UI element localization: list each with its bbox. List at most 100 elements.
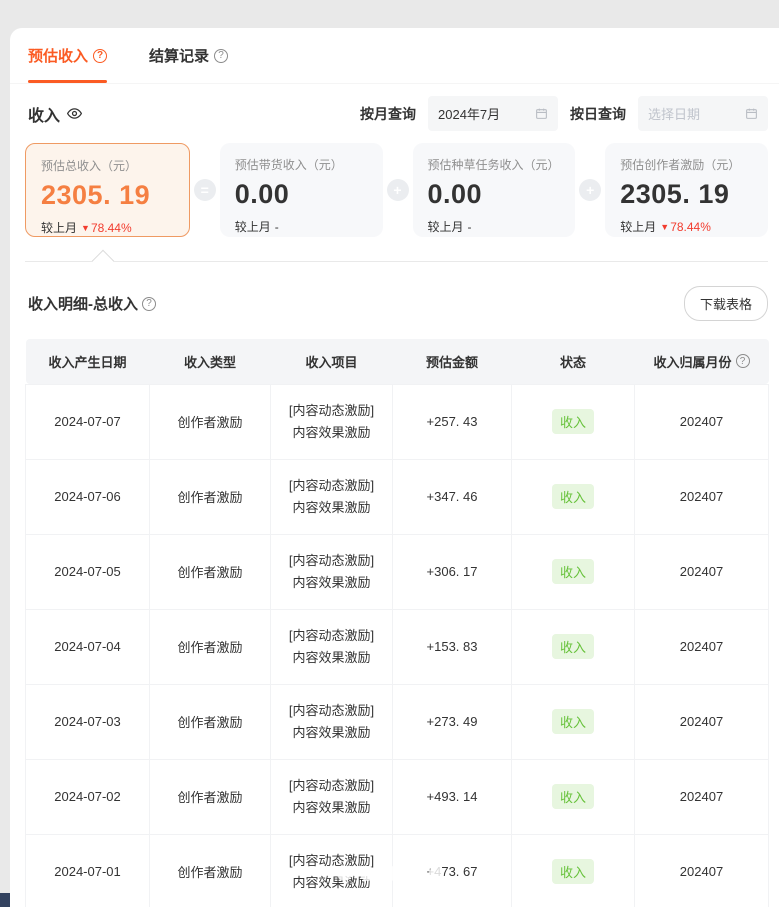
cell-amount: +273. 49 (393, 684, 512, 759)
card-value: 2305. 19 (620, 179, 753, 210)
col-header-amount: 预估金额 (393, 339, 512, 384)
calendar-icon (745, 107, 758, 120)
cell-type: 创作者激励 (150, 834, 271, 907)
plus-icon: + (579, 179, 601, 201)
detail-section-title: 收入明细-总收入 (25, 293, 156, 314)
cell-status: 收入 (512, 384, 635, 459)
cell-project: [内容动态激励] 内容效果激励 (271, 609, 393, 684)
table-row[interactable]: 2024-07-03 创作者激励 [内容动态激励] 内容效果激励 +273. 4… (26, 684, 769, 759)
help-icon[interactable] (93, 49, 107, 63)
cell-type: 创作者激励 (150, 384, 271, 459)
cell-date: 2024-07-07 (26, 384, 150, 459)
cell-project: [内容动态激励] 内容效果激励 (271, 534, 393, 609)
card-compare: 较上月 ▼78.44% (41, 219, 174, 236)
cell-month: 202407 (635, 459, 769, 534)
cell-status: 收入 (512, 759, 635, 834)
tab-estimated-income[interactable]: 预估收入 (28, 28, 107, 83)
background-edge-artifact (0, 893, 10, 907)
card-label: 预估总收入（元） (41, 157, 174, 174)
col-header-date: 收入产生日期 (26, 339, 150, 384)
help-icon[interactable] (736, 354, 750, 368)
cell-project: [内容动态激励] 内容效果激励 (271, 759, 393, 834)
cell-amount: +347. 46 (393, 459, 512, 534)
cell-amount: +493. 14 (393, 759, 512, 834)
cell-month: 202407 (635, 384, 769, 459)
col-header-type: 收入类型 (150, 339, 271, 384)
card-compare: 较上月 ▼78.44% (620, 218, 753, 235)
card-compare: 较上月 - (235, 218, 368, 235)
cell-date: 2024-07-04 (26, 609, 150, 684)
card-value: 2305. 19 (41, 180, 174, 211)
calendar-icon (535, 107, 548, 120)
plus-icon: + (387, 179, 409, 201)
col-header-month: 收入归属月份 (635, 339, 769, 384)
status-badge: 收入 (552, 559, 594, 584)
down-arrow-icon: ▼ (660, 222, 669, 232)
status-badge: 收入 (552, 409, 594, 434)
table-row[interactable]: 2024-07-05 创作者激励 [内容动态激励] 内容效果激励 +306. 1… (26, 534, 769, 609)
cell-status: 收入 (512, 684, 635, 759)
table-row[interactable]: 2024-07-06 创作者激励 [内容动态激励] 内容效果激励 +347. 4… (26, 459, 769, 534)
cell-amount: +306. 17 (393, 534, 512, 609)
summary-cards: 预估总收入（元） 2305. 19 较上月 ▼78.44% = 预估带货收入（元… (25, 143, 768, 237)
tab-estimated-income-label: 预估收入 (28, 45, 88, 66)
card-goods-income[interactable]: 预估带货收入（元） 0.00 较上月 - (220, 143, 383, 237)
card-label: 预估带货收入（元） (235, 156, 368, 173)
card-value: 0.00 (235, 179, 368, 210)
eye-icon[interactable] (66, 105, 83, 122)
cell-amount: +257. 43 (393, 384, 512, 459)
tab-settlement-records[interactable]: 结算记录 (149, 28, 228, 83)
cell-status: 收入 (512, 834, 635, 907)
status-badge: 收入 (552, 859, 594, 884)
cell-type: 创作者激励 (150, 684, 271, 759)
month-picker[interactable]: 2024年7月 (428, 96, 558, 131)
help-icon[interactable] (142, 297, 156, 311)
tab-settlement-records-label: 结算记录 (149, 45, 209, 66)
cell-date: 2024-07-03 (26, 684, 150, 759)
col-header-status: 状态 (512, 339, 635, 384)
status-badge: 收入 (552, 709, 594, 734)
day-picker-placeholder: 选择日期 (648, 104, 700, 123)
download-table-button[interactable]: 下载表格 (684, 286, 768, 321)
cell-status: 收入 (512, 459, 635, 534)
cell-type: 创作者激励 (150, 759, 271, 834)
cell-month: 202407 (635, 759, 769, 834)
card-creator-incentive[interactable]: 预估创作者激励（元） 2305. 19 较上月 ▼78.44% (605, 143, 768, 237)
cell-project: [内容动态激励] 内容效果激励 (271, 459, 393, 534)
cell-date: 2024-07-05 (26, 534, 150, 609)
card-total-income[interactable]: 预估总收入（元） 2305. 19 较上月 ▼78.44% (25, 143, 190, 237)
query-group: 按月查询 2024年7月 按日查询 选择日期 (360, 96, 768, 131)
cell-month: 202407 (635, 684, 769, 759)
status-badge: 收入 (552, 784, 594, 809)
help-icon[interactable] (214, 49, 228, 63)
cell-month: 202407 (635, 609, 769, 684)
equals-icon: = (194, 179, 216, 201)
cell-status: 收入 (512, 609, 635, 684)
income-panel: 预估收入 结算记录 收入 按月查询 2024年7月 (10, 28, 779, 907)
card-task-income[interactable]: 预估种草任务收入（元） 0.00 较上月 - (413, 143, 576, 237)
cell-type: 创作者激励 (150, 534, 271, 609)
operator-separator: + (575, 143, 605, 237)
cell-type: 创作者激励 (150, 459, 271, 534)
table-row[interactable]: 2024-07-07 创作者激励 [内容动态激励] 内容效果激励 +257. 4… (26, 384, 769, 459)
cell-month: 202407 (635, 834, 769, 907)
cell-month: 202407 (635, 534, 769, 609)
table-row[interactable]: 2024-07-04 创作者激励 [内容动态激励] 内容效果激励 +153. 8… (26, 609, 769, 684)
cell-project: [内容动态激励] 内容效果激励 (271, 384, 393, 459)
card-label: 预估创作者激励（元） (620, 156, 753, 173)
income-title: 收入 (25, 102, 83, 126)
income-table-body: 2024-07-07 创作者激励 [内容动态激励] 内容效果激励 +257. 4… (26, 384, 769, 907)
table-row[interactable]: 2024-07-02 创作者激励 [内容动态激励] 内容效果激励 +493. 1… (26, 759, 769, 834)
status-badge: 收入 (552, 484, 594, 509)
down-arrow-icon: ▼ (81, 223, 90, 233)
cell-date: 2024-07-06 (26, 459, 150, 534)
operator-separator: + (383, 143, 413, 237)
table-header-row: 收入产生日期 收入类型 收入项目 预估金额 状态 收入归属月份 (26, 339, 769, 384)
day-picker[interactable]: 选择日期 (638, 96, 768, 131)
cell-date: 2024-07-02 (26, 759, 150, 834)
cell-project: [内容动态激励] 内容效果激励 (271, 684, 393, 759)
cell-status: 收入 (512, 534, 635, 609)
tab-bar: 预估收入 结算记录 (10, 28, 779, 84)
caret-up-notch (92, 250, 115, 273)
cell-date: 2024-07-01 (26, 834, 150, 907)
